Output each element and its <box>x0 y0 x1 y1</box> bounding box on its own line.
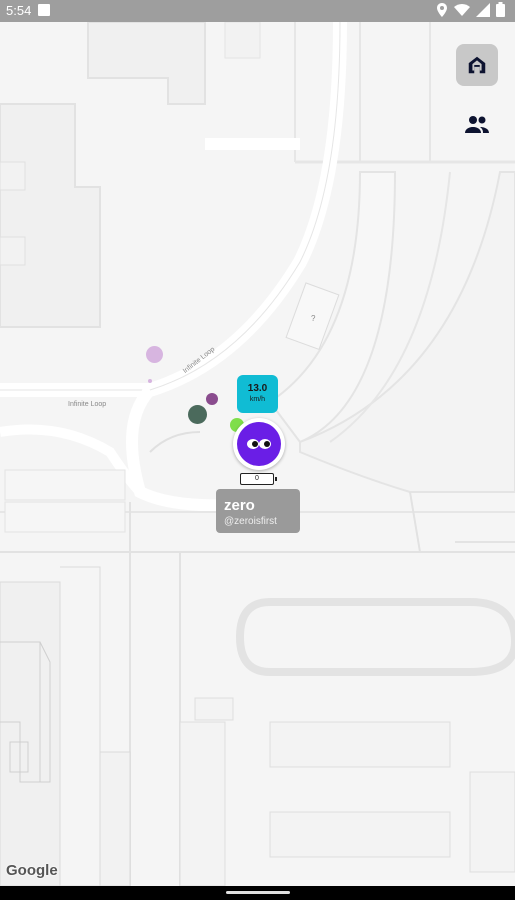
people-icon <box>465 116 489 133</box>
speed-badge: 13.0 km/h <box>237 375 278 413</box>
home-icon <box>468 56 486 74</box>
friend-dot-green-dark[interactable] <box>188 405 207 424</box>
user-battery: 0 <box>240 473 277 485</box>
location-icon <box>437 2 447 17</box>
speed-unit: km/h <box>249 396 266 403</box>
user-handle: @zeroisfirst <box>224 516 277 527</box>
wifi-icon <box>454 3 470 16</box>
navigation-bar <box>0 886 515 900</box>
friend-dot-small-pink[interactable] <box>148 379 152 383</box>
status-icons <box>436 2 505 17</box>
speed-value: 13.0 <box>247 383 268 394</box>
google-logo: Google <box>6 862 58 879</box>
road-label-infinite-loop-horizontal: Infinite Loop <box>68 401 107 408</box>
status-time: 5:54 <box>6 3 32 18</box>
notification-icon <box>38 4 50 16</box>
user-name: zero <box>224 497 255 514</box>
signal-icon <box>476 2 490 17</box>
status-bar: 5:54 <box>0 0 515 22</box>
friends-button[interactable] <box>456 104 498 146</box>
building-marker: ? <box>311 314 316 323</box>
avatar-face <box>237 422 281 466</box>
friend-dot-purple[interactable] <box>206 393 218 405</box>
home-button[interactable] <box>456 44 498 86</box>
user-avatar[interactable] <box>233 418 285 470</box>
friend-dot-lavender[interactable] <box>146 346 163 363</box>
home-gesture-handle[interactable] <box>226 891 290 894</box>
eyes-icon <box>247 439 271 449</box>
battery-icon <box>496 2 505 17</box>
user-label[interactable]: zero @zeroisfirst <box>216 489 300 533</box>
